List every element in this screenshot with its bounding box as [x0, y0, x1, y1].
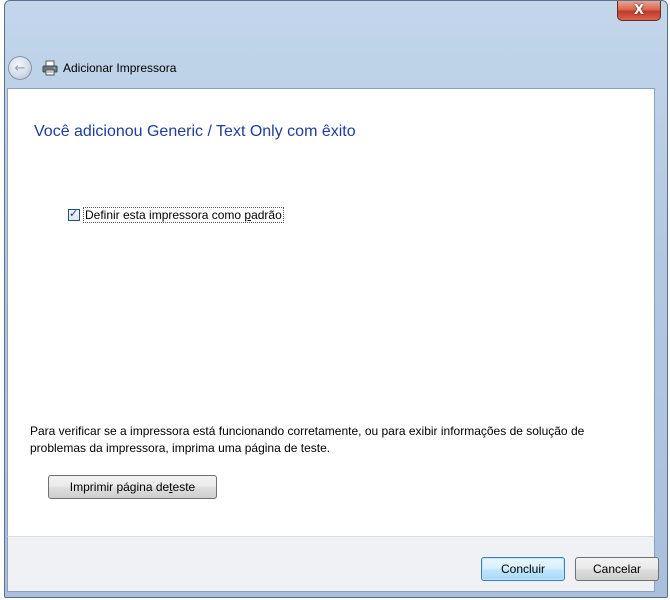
close-button[interactable]: X	[617, 1, 661, 21]
title-bar: X	[5, 1, 667, 47]
checkbox-label-suffix: adrão	[251, 208, 282, 222]
default-printer-checkbox[interactable]	[68, 207, 80, 221]
content-panel: Você adicionou Generic / Text Only com ê…	[7, 88, 655, 536]
finish-button[interactable]: Concluir	[481, 557, 565, 581]
printer-icon	[42, 60, 58, 76]
back-button[interactable]: ←	[8, 56, 32, 80]
back-arrow-icon: ←	[14, 60, 26, 76]
test-button-label-prefix: Imprimir página de	[69, 480, 170, 494]
navigation-bar: ← Adicionar Impressora	[8, 54, 176, 82]
test-button-label-suffix: este	[172, 480, 196, 494]
cancel-button[interactable]: Cancelar	[575, 557, 659, 581]
close-icon: X	[633, 3, 645, 18]
print-test-page-button[interactable]: Imprimir página de t este	[48, 475, 217, 499]
default-printer-checkbox-label[interactable]: Definir esta impressora como padrão	[83, 207, 284, 223]
test-page-info-text: Para verificar se a impressora está func…	[30, 424, 585, 455]
checkbox-label-prefix: Definir esta impressora como	[85, 208, 245, 222]
window-title: Adicionar Impressora	[63, 61, 177, 75]
page-title: Você adicionou Generic / Text Only com ê…	[34, 123, 356, 140]
default-printer-option[interactable]: Definir esta impressora como padrão	[68, 207, 284, 223]
